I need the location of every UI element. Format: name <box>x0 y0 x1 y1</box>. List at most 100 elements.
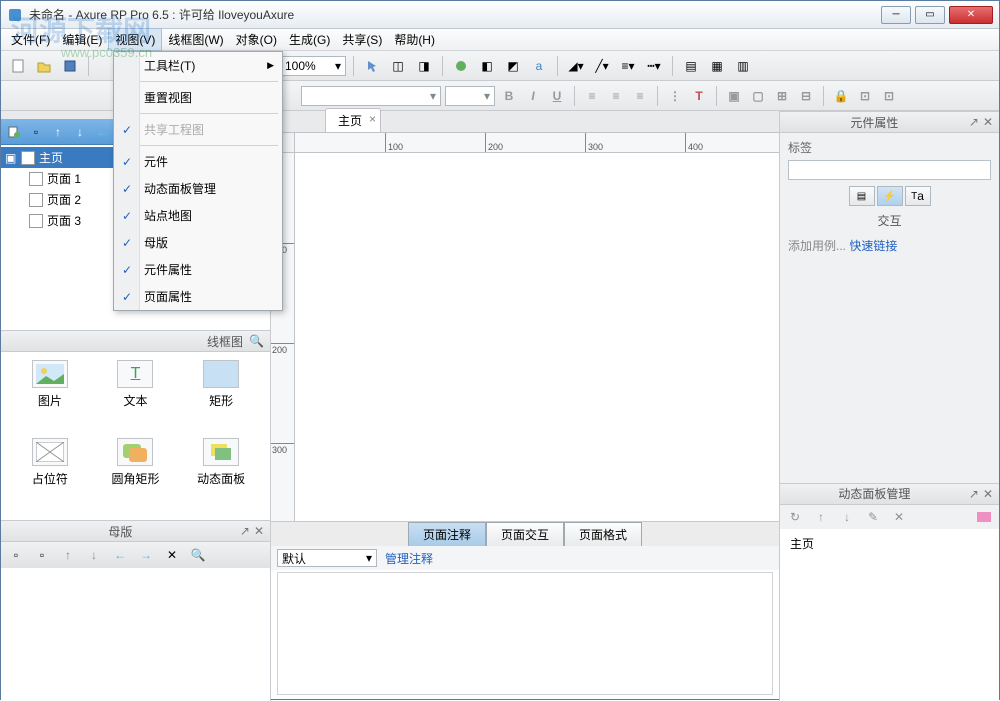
menu-edit[interactable]: 编辑(E) <box>56 29 108 50</box>
add-page-icon[interactable] <box>5 123 23 141</box>
delete-icon[interactable]: ✕ <box>888 506 910 528</box>
widget-rectangle[interactable]: 矩形 <box>180 360 262 434</box>
line-width-icon[interactable]: ≡▾ <box>617 55 639 77</box>
tab-page-interactions[interactable]: 页面交互 <box>486 522 564 547</box>
close-icon[interactable]: × <box>369 112 376 126</box>
popout-icon[interactable]: ↗ <box>969 487 979 501</box>
menu-pane-page-props[interactable]: ✓页面属性 <box>114 283 282 310</box>
align-center-icon[interactable]: ▦ <box>706 55 728 77</box>
menu-view[interactable]: 视图(V) <box>108 28 162 51</box>
align-left-text-icon[interactable]: ≡ <box>582 86 602 106</box>
align-left-icon[interactable]: ▤ <box>680 55 702 77</box>
line-color-icon[interactable]: ╱▾ <box>591 55 613 77</box>
menu-pane-widgets[interactable]: ✓元件 <box>114 148 282 175</box>
menu-generate[interactable]: 生成(G) <box>283 29 336 50</box>
tool-icon[interactable]: a <box>528 55 550 77</box>
props-tab-format[interactable]: Ta <box>905 186 931 206</box>
tool-icon[interactable]: ↻ <box>784 506 806 528</box>
close-icon[interactable]: ✕ <box>983 115 993 129</box>
add-folder-icon[interactable]: ▫ <box>31 544 53 566</box>
dyn-item[interactable]: 主页 <box>784 533 995 554</box>
distribute-icon[interactable]: ⊡ <box>855 86 875 106</box>
add-master-icon[interactable]: ▫ <box>5 544 27 566</box>
line-style-icon[interactable]: ┅▾ <box>643 55 665 77</box>
menu-pane-sitemap[interactable]: ✓站点地图 <box>114 202 282 229</box>
underline-button[interactable]: U <box>547 86 567 106</box>
notes-editor[interactable] <box>277 572 773 695</box>
distribute-icon[interactable]: ⊡ <box>879 86 899 106</box>
menu-help[interactable]: 帮助(H) <box>388 29 441 50</box>
quick-link[interactable]: 快速链接 <box>849 239 897 253</box>
canvas[interactable] <box>295 153 779 521</box>
menu-toolbars[interactable]: 工具栏(T)▶ <box>114 52 282 79</box>
search-icon[interactable]: 🔍 <box>187 544 209 566</box>
widget-image[interactable]: 图片 <box>9 360 91 434</box>
canvas-tab[interactable]: 主页× <box>325 108 381 132</box>
menu-pane-dynamic[interactable]: ✓动态面板管理 <box>114 175 282 202</box>
align-right-icon[interactable]: ▥ <box>732 55 754 77</box>
font-combo[interactable]: ▾ <box>301 86 441 106</box>
down-icon[interactable]: ↓ <box>836 506 858 528</box>
bullet-icon[interactable]: ⋮ <box>665 86 685 106</box>
tool-icon[interactable]: ◨ <box>413 55 435 77</box>
right-icon[interactable]: → <box>135 544 157 566</box>
close-icon[interactable]: ✕ <box>983 487 993 501</box>
text-color-icon[interactable]: T <box>689 86 709 106</box>
size-combo[interactable]: ▾ <box>445 86 495 106</box>
close-icon[interactable]: ✕ <box>254 524 264 538</box>
delete-icon[interactable]: ✕ <box>161 544 183 566</box>
bold-button[interactable]: B <box>499 86 519 106</box>
close-button[interactable]: ✕ <box>949 6 993 24</box>
popout-icon[interactable]: ↗ <box>969 115 979 129</box>
zoom-combo[interactable]: 100%▾ <box>280 56 346 76</box>
align-right-text-icon[interactable]: ≡ <box>630 86 650 106</box>
save-button[interactable] <box>59 55 81 77</box>
italic-button[interactable]: I <box>523 86 543 106</box>
widget-text[interactable]: T文本 <box>95 360 177 434</box>
edit-icon[interactable]: ✎ <box>862 506 884 528</box>
menu-wireframe[interactable]: 线框图(W) <box>162 29 229 50</box>
menu-file[interactable]: 文件(F) <box>5 29 56 50</box>
order-back-icon[interactable]: ▢ <box>748 86 768 106</box>
down-icon[interactable]: ↓ <box>83 544 105 566</box>
menu-pane-masters[interactable]: ✓母版 <box>114 229 282 256</box>
widget-dynamic[interactable]: 动态面板 <box>180 438 262 512</box>
new-button[interactable] <box>7 55 29 77</box>
menu-object[interactable]: 对象(O) <box>230 29 283 50</box>
manage-notes-link[interactable]: 管理注释 <box>385 550 433 567</box>
group-icon[interactable]: ⊞ <box>772 86 792 106</box>
search-icon[interactable]: 🔍 <box>249 334 264 348</box>
move-up-icon[interactable]: ↑ <box>49 123 67 141</box>
move-left-icon[interactable]: ← <box>93 123 111 141</box>
lock-icon[interactable]: 🔒 <box>831 86 851 106</box>
menu-share[interactable]: 共享(S) <box>336 29 388 50</box>
minimize-button[interactable]: ─ <box>881 6 911 24</box>
color-icon[interactable] <box>973 506 995 528</box>
menu-pane-props[interactable]: ✓元件属性 <box>114 256 282 283</box>
popout-icon[interactable]: ↗ <box>240 524 250 538</box>
widget-rounded[interactable]: 圆角矩形 <box>95 438 177 512</box>
left-icon[interactable]: ← <box>109 544 131 566</box>
preview-button[interactable] <box>450 55 472 77</box>
props-tab-notes[interactable]: ▤ <box>849 186 875 206</box>
label-input[interactable] <box>788 160 991 180</box>
up-icon[interactable]: ↑ <box>57 544 79 566</box>
menu-reset-view[interactable]: 重置视图 <box>114 84 282 111</box>
tool-icon[interactable]: ◫ <box>387 55 409 77</box>
spec-button[interactable]: ◧ <box>476 55 498 77</box>
open-button[interactable] <box>33 55 55 77</box>
align-center-text-icon[interactable]: ≡ <box>606 86 626 106</box>
fill-color-icon[interactable]: ◢▾ <box>565 55 587 77</box>
tab-page-notes[interactable]: 页面注释 <box>408 522 486 547</box>
tab-page-format[interactable]: 页面格式 <box>564 522 642 547</box>
props-tab-interactions[interactable]: ⚡ <box>877 186 903 206</box>
add-child-icon[interactable]: ▫ <box>27 123 45 141</box>
tool-icon[interactable]: ◩ <box>502 55 524 77</box>
move-down-icon[interactable]: ↓ <box>71 123 89 141</box>
notes-type-combo[interactable]: 默认▾ <box>277 549 377 567</box>
order-front-icon[interactable]: ▣ <box>724 86 744 106</box>
maximize-button[interactable]: ▭ <box>915 6 945 24</box>
select-tool[interactable] <box>361 55 383 77</box>
widget-placeholder[interactable]: 占位符 <box>9 438 91 512</box>
ungroup-icon[interactable]: ⊟ <box>796 86 816 106</box>
